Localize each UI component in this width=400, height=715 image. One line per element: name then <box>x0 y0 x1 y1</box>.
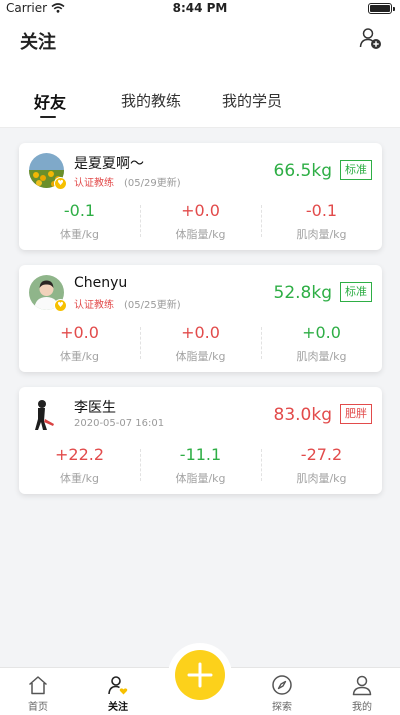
metric-value: -27.2 <box>300 445 343 464</box>
friend-subtitle: 认证教练 (05/29更新) <box>74 174 181 189</box>
friend-card[interactable]: ♥ Chenyu 认证教练 (05/25更新) 52.8kg 标准 +0.0 体… <box>19 265 382 372</box>
metric-value: +0.0 <box>302 323 341 342</box>
tab-follow-label: 关注 <box>108 702 128 713</box>
page-title: 关注 <box>20 32 56 53</box>
metric-label: 体脂量/kg <box>175 228 226 241</box>
certified-coach-label: 认证教练 <box>74 178 114 189</box>
nav-bar: 关注 <box>0 18 400 60</box>
metric-label: 体脂量/kg <box>175 350 226 363</box>
update-date: (05/29更新) <box>124 178 181 189</box>
add-friend-icon[interactable] <box>358 26 382 50</box>
metric-value: +0.0 <box>60 323 99 342</box>
metric-value: -0.1 <box>63 201 96 220</box>
metric-weight: +22.2 体重/kg <box>19 445 140 487</box>
tab-friends[interactable]: 好友 <box>34 89 66 113</box>
weight-value: 52.8kg <box>273 283 333 303</box>
certified-coach-label: 认证教练 <box>74 300 114 311</box>
tab-mine[interactable]: 我的 <box>332 674 392 713</box>
metric-muscle: -27.2 肌肉量/kg <box>261 445 382 487</box>
metric-label: 肌肉量/kg <box>296 228 347 241</box>
friend-subtitle: 认证教练 (05/25更新) <box>74 296 181 311</box>
weight-value: 66.5kg <box>273 161 333 181</box>
status-time: 8:44 PM <box>172 1 228 15</box>
metric-body-fat: -11.1 体脂量/kg <box>140 445 261 487</box>
metrics-row: +0.0 体重/kg +0.0 体脂量/kg +0.0 肌肉量/kg <box>19 323 382 365</box>
add-button[interactable] <box>175 650 225 700</box>
compass-icon <box>272 675 292 695</box>
avatar <box>29 397 64 432</box>
metric-muscle: +0.0 肌肉量/kg <box>261 323 382 365</box>
tab-my-coaches[interactable]: 我的教练 <box>121 90 181 111</box>
metric-label: 体重/kg <box>59 472 100 485</box>
add-icon <box>187 662 213 688</box>
metric-label: 体重/kg <box>59 228 100 241</box>
metric-label: 肌肉量/kg <box>296 350 347 363</box>
tab-home[interactable]: 首页 <box>8 674 68 713</box>
metrics-row: +22.2 体重/kg -11.1 体脂量/kg -27.2 肌肉量/kg <box>19 445 382 487</box>
friend-card[interactable]: ♥ 是夏夏啊～ 认证教练 (05/29更新) 66.5kg 标准 -0.1 体重… <box>19 143 382 250</box>
tab-follow[interactable]: 关注 <box>88 674 148 713</box>
tab-my-students[interactable]: 我的学员 <box>222 90 282 111</box>
metrics-row: -0.1 体重/kg +0.0 体脂量/kg -0.1 肌肉量/kg <box>19 201 382 243</box>
metric-value: +0.0 <box>181 201 220 220</box>
tab-mine-label: 我的 <box>352 702 372 713</box>
tab-home-label: 首页 <box>28 702 48 713</box>
profile-icon <box>352 675 372 696</box>
metric-muscle: -0.1 肌肉量/kg <box>261 201 382 243</box>
home-icon <box>29 676 47 695</box>
metric-weight: -0.1 体重/kg <box>19 201 140 243</box>
status-badge: 肥胖 <box>340 404 372 424</box>
metric-value: -11.1 <box>179 445 222 464</box>
tab-explore[interactable]: 探索 <box>252 674 312 713</box>
metric-weight: +0.0 体重/kg <box>19 323 140 365</box>
status-badge: 标准 <box>340 282 372 302</box>
metric-value: +22.2 <box>54 445 105 464</box>
battery-icon <box>368 3 395 14</box>
update-date: (05/25更新) <box>124 300 181 311</box>
weight-value: 83.0kg <box>273 405 333 425</box>
coach-badge-icon: ♥ <box>54 299 67 312</box>
coach-badge-icon: ♥ <box>54 177 67 190</box>
record-time: 2020-05-07 16:01 <box>74 418 165 429</box>
metric-body-fat: +0.0 体脂量/kg <box>140 201 261 243</box>
metric-value: -0.1 <box>305 201 338 220</box>
metric-label: 体重/kg <box>59 350 100 363</box>
metric-label: 体脂量/kg <box>175 472 226 485</box>
friend-name: 是夏夏啊～ <box>74 156 144 172</box>
friend-name: Chenyu <box>74 275 128 291</box>
metric-label: 肌肉量/kg <box>296 472 347 485</box>
active-tab-indicator <box>40 116 56 118</box>
follow-icon <box>108 676 128 695</box>
tab-explore-label: 探索 <box>272 702 292 713</box>
friend-card[interactable]: 李医生 2020-05-07 16:01 83.0kg 肥胖 +22.2 体重/… <box>19 387 382 494</box>
status-bar: Carrier 8:44 PM <box>0 0 400 18</box>
status-badge: 标准 <box>340 160 372 180</box>
tab-bar-top: 好友 我的教练 我的学员 <box>0 60 400 128</box>
friend-subtitle: 2020-05-07 16:01 <box>74 418 164 429</box>
metric-body-fat: +0.0 体脂量/kg <box>140 323 261 365</box>
metric-value: +0.0 <box>181 323 220 342</box>
friend-name: 李医生 <box>74 400 116 416</box>
